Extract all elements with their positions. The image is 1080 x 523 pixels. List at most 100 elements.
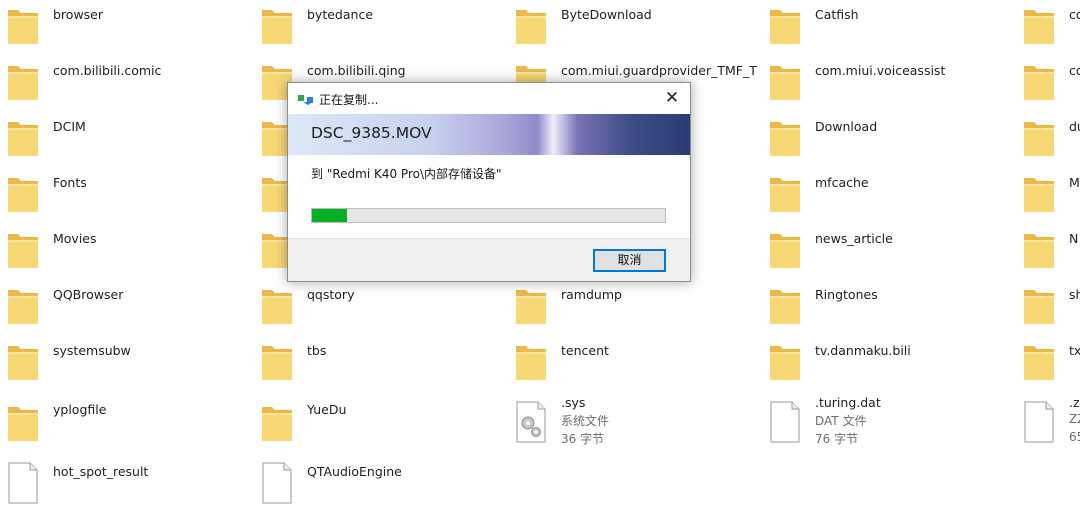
item-name: com.bilibili.comic bbox=[53, 63, 162, 78]
dialog-titlebar[interactable]: 正在复制... ✕ bbox=[288, 83, 690, 114]
folder-item[interactable]: M bbox=[1016, 168, 1080, 222]
folder-icon bbox=[6, 116, 40, 158]
file-icon bbox=[260, 462, 294, 504]
copy-icon bbox=[298, 95, 313, 105]
folder-item[interactable]: du bbox=[1016, 112, 1080, 166]
folder-icon bbox=[1022, 228, 1056, 270]
folder-item[interactable]: tbs bbox=[254, 336, 494, 390]
folder-item[interactable]: Ringtones bbox=[762, 280, 1002, 334]
item-name: yplogfile bbox=[53, 402, 107, 417]
item-name: systemsubw bbox=[53, 343, 131, 358]
folder-item[interactable]: DCIM bbox=[0, 112, 240, 166]
item-name: .sys bbox=[561, 395, 586, 410]
folder-icon bbox=[1022, 116, 1056, 158]
file-item[interactable]: QTAudioEngine bbox=[254, 456, 494, 510]
item-name: .zz bbox=[1069, 395, 1080, 410]
folder-item[interactable]: YueDu bbox=[254, 395, 494, 449]
folder-icon bbox=[6, 172, 40, 214]
item-name: com.bilibili.qing bbox=[307, 63, 406, 78]
item-size: 76 字节 bbox=[815, 432, 859, 446]
item-type: DAT 文件 bbox=[815, 414, 867, 428]
item-name: Fonts bbox=[53, 175, 87, 190]
item-name: YueDu bbox=[307, 402, 347, 417]
folder-item[interactable]: co bbox=[1016, 56, 1080, 110]
folder-icon bbox=[260, 284, 294, 326]
file-icon bbox=[1022, 401, 1056, 443]
close-button[interactable]: ✕ bbox=[660, 87, 684, 109]
copying-file-name: DSC_9385.MOV bbox=[311, 124, 432, 142]
copy-progress-bar bbox=[311, 208, 666, 223]
folder-item[interactable]: tv.danmaku.bili bbox=[762, 336, 1002, 390]
item-name: du bbox=[1069, 119, 1080, 134]
item-name: ByteDownload bbox=[561, 7, 652, 22]
folder-item[interactable]: Download bbox=[762, 112, 1002, 166]
folder-item[interactable]: sh bbox=[1016, 280, 1080, 334]
item-name: QQBrowser bbox=[53, 287, 124, 302]
folder-item[interactable]: Movies bbox=[0, 224, 240, 278]
folder-icon bbox=[260, 340, 294, 382]
folder-icon bbox=[768, 60, 802, 102]
item-name: Movies bbox=[53, 231, 97, 246]
folder-icon bbox=[260, 4, 294, 46]
folder-item[interactable]: browser bbox=[0, 0, 240, 54]
folder-icon bbox=[768, 228, 802, 270]
folder-item[interactable]: tencent bbox=[508, 336, 748, 390]
folder-icon bbox=[1022, 4, 1056, 46]
cancel-button[interactable]: 取消 bbox=[593, 249, 666, 272]
folder-icon bbox=[514, 4, 548, 46]
folder-item[interactable]: Catfish bbox=[762, 0, 1002, 54]
item-name: qqstory bbox=[307, 287, 355, 302]
copy-progress-dialog: 正在复制... ✕ DSC_9385.MOV 到 "Redmi K40 Pro\… bbox=[287, 82, 691, 282]
item-name: com.miui.voiceassist bbox=[815, 63, 946, 78]
folder-item[interactable]: mfcache bbox=[762, 168, 1002, 222]
item-name: Ringtones bbox=[815, 287, 878, 302]
file-item[interactable]: .sys 系统文件 36 字节 bbox=[508, 395, 748, 449]
item-name: com.miui.guardprovider_TMF_T bbox=[561, 63, 757, 78]
folder-icon bbox=[768, 4, 802, 46]
folder-icon bbox=[1022, 284, 1056, 326]
item-name: Catfish bbox=[815, 7, 859, 22]
item-name: DCIM bbox=[53, 119, 86, 134]
dialog-title: 正在复制... bbox=[319, 93, 379, 107]
folder-icon bbox=[768, 340, 802, 382]
item-size: 65 bbox=[1069, 430, 1080, 444]
folder-icon bbox=[1022, 60, 1056, 102]
item-name: .turing.dat bbox=[815, 395, 881, 410]
folder-icon bbox=[6, 4, 40, 46]
destination-text: 到 "Redmi K40 Pro\内部存储设备" bbox=[311, 167, 502, 181]
item-name: M bbox=[1069, 175, 1080, 190]
item-name: tx bbox=[1069, 343, 1080, 358]
folder-icon bbox=[6, 60, 40, 102]
item-name: ramdump bbox=[561, 287, 622, 302]
item-name: tbs bbox=[307, 343, 327, 358]
folder-item[interactable]: news_article bbox=[762, 224, 1002, 278]
folder-item[interactable]: ByteDownload bbox=[508, 0, 748, 54]
folder-icon bbox=[6, 340, 40, 382]
file-item[interactable]: hot_spot_result bbox=[0, 456, 240, 510]
folder-item[interactable]: N bbox=[1016, 224, 1080, 278]
folder-item[interactable]: Fonts bbox=[0, 168, 240, 222]
item-name: news_article bbox=[815, 231, 893, 246]
file-item[interactable]: .zz ZZ 65 bbox=[1016, 395, 1080, 449]
folder-icon bbox=[260, 401, 294, 443]
folder-item[interactable]: tx bbox=[1016, 336, 1080, 390]
folder-item[interactable]: com.bilibili.comic bbox=[0, 56, 240, 110]
folder-item[interactable]: co bbox=[1016, 0, 1080, 54]
folder-item[interactable]: systemsubw bbox=[0, 336, 240, 390]
dialog-footer: 取消 bbox=[288, 238, 690, 281]
folder-item[interactable]: qqstory bbox=[254, 280, 494, 334]
folder-item[interactable]: com.miui.voiceassist bbox=[762, 56, 1002, 110]
folder-item[interactable]: ramdump bbox=[508, 280, 748, 334]
item-type: 系统文件 bbox=[561, 414, 610, 428]
item-name: co bbox=[1069, 7, 1080, 22]
item-name: sh bbox=[1069, 287, 1080, 302]
folder-item[interactable]: QQBrowser bbox=[0, 280, 240, 334]
item-size: 36 字节 bbox=[561, 432, 605, 446]
folder-icon bbox=[514, 340, 548, 382]
folder-item[interactable]: bytedance bbox=[254, 0, 494, 54]
progress-fill bbox=[312, 209, 348, 222]
file-banner: DSC_9385.MOV bbox=[288, 114, 690, 155]
folder-icon bbox=[1022, 340, 1056, 382]
folder-item[interactable]: yplogfile bbox=[0, 395, 240, 449]
file-item[interactable]: .turing.dat DAT 文件 76 字节 bbox=[762, 395, 1002, 449]
